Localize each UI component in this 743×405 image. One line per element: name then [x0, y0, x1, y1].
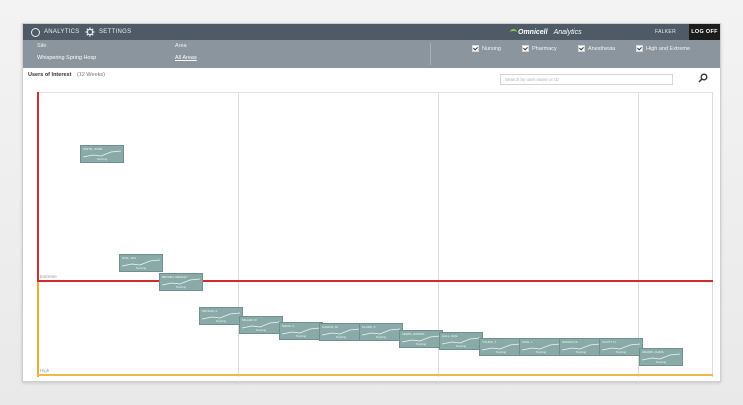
user-card[interactable]: YOUNG, T Nursing: [479, 338, 523, 356]
search-icon[interactable]: [698, 73, 708, 83]
user-card[interactable]: KING, L Nursing: [519, 338, 563, 356]
extreme-axis-line: [37, 92, 39, 282]
top-nav-bar: ANALYTICS SETTINGS Omnicell Analytics FA…: [23, 24, 720, 40]
checkbox-checked-icon: [578, 45, 585, 52]
area-label: Area: [175, 43, 187, 49]
brand-logo: Omnicell Analytics: [510, 24, 582, 40]
logoff-button[interactable]: LOG OFF: [689, 24, 720, 40]
user-card-role: Nursing: [335, 335, 347, 339]
checkbox-label: Nursing: [482, 45, 501, 52]
user-card[interactable]: DAVIS, K Nursing: [279, 322, 323, 340]
app-window: ANALYTICS SETTINGS Omnicell Analytics FA…: [22, 23, 721, 382]
user-card-role: Nursing: [295, 334, 307, 338]
site-label: Site: [37, 43, 47, 49]
user-card-role: Nursing: [135, 266, 147, 270]
grid-line: [37, 92, 713, 93]
user-card[interactable]: WRIGHT, B Nursing: [559, 338, 603, 356]
gear-icon: [85, 27, 95, 37]
checkbox-checked-icon: [636, 45, 643, 52]
user-card[interactable]: GARCIA, M Nursing: [319, 323, 363, 341]
user-card-role: Nursing: [615, 350, 627, 354]
grid-line: [712, 92, 713, 377]
high-threshold-line: [37, 374, 713, 376]
user-card-role: Nursing: [255, 328, 267, 332]
user-card-role: Nursing: [655, 360, 667, 364]
brand-name: Omnicell: [510, 29, 548, 36]
panel-title: Users of Interest (12 Weeks): [28, 72, 105, 78]
user-card-role: Nursing: [375, 335, 387, 339]
user-card-role: Nursing: [215, 319, 227, 323]
checkbox-label: Pharmacy: [532, 45, 557, 52]
monitor-frame: ANALYTICS SETTINGS Omnicell Analytics FA…: [0, 0, 743, 405]
nav-settings-label: SETTINGS: [99, 29, 132, 35]
user-card[interactable]: HALL, SUE Nursing: [439, 332, 483, 350]
nav-analytics[interactable]: ANALYTICS: [31, 24, 80, 40]
grid-line: [238, 92, 239, 377]
high-zone-label: High: [40, 368, 50, 373]
user-card[interactable]: WILSON, A Nursing: [199, 307, 243, 325]
area-select[interactable]: All Areas: [175, 55, 197, 61]
brand-product: Analytics: [553, 28, 582, 36]
extreme-zone-label: Extreme: [40, 274, 57, 279]
user-card-role: Nursing: [535, 350, 547, 354]
checkbox-anesthesia[interactable]: Anesthesia: [578, 45, 615, 52]
user-name[interactable]: FALKER: [655, 24, 676, 40]
high-axis-line: [37, 282, 39, 377]
user-card[interactable]: SCOTT, D Nursing: [599, 338, 643, 356]
checkbox-label: High and Extreme: [646, 45, 691, 52]
search-input[interactable]: Search by user name or ID: [500, 74, 673, 85]
user-card-role: Nursing: [415, 342, 427, 346]
analytics-icon: [31, 27, 40, 37]
user-card-role: Nursing: [575, 350, 587, 354]
risk-plot: Extreme High SMITH, JOHN Nursing DOE, JAN N…: [37, 92, 713, 377]
user-card[interactable]: CLARK, P Nursing: [359, 323, 403, 341]
site-select[interactable]: Whispering Spring Hosp: [37, 55, 96, 61]
user-card[interactable]: LEWIS, HARRIS Nursing: [399, 330, 443, 348]
checkbox-label: Anesthesia: [588, 45, 616, 52]
checkbox-checked-icon: [522, 45, 529, 52]
checkbox-nursing[interactable]: Nursing: [472, 45, 501, 52]
grid-line: [638, 92, 639, 377]
user-card[interactable]: MILLER, R Nursing: [239, 316, 283, 334]
user-card-role: Nursing: [495, 350, 507, 354]
checkbox-high-extreme[interactable]: High and Extreme: [636, 45, 690, 52]
checkbox-checked-icon: [472, 45, 479, 52]
user-card[interactable]: BROWN, WESLEY Nursing: [159, 273, 203, 291]
user-card[interactable]: DOE, JAN Nursing: [119, 254, 163, 272]
filter-divider: [430, 43, 431, 65]
panel-title-text: Users of Interest: [28, 72, 72, 78]
nav-settings[interactable]: SETTINGS: [85, 24, 131, 40]
user-card-role: Nursing: [455, 344, 467, 348]
nav-analytics-label: ANALYTICS: [44, 29, 80, 35]
filter-bar: Site Whispering Spring Hosp Area All Are…: [23, 40, 720, 68]
extreme-threshold-line: [37, 280, 713, 282]
user-card-role: Nursing: [96, 157, 108, 161]
user-card-role: Nursing: [175, 285, 187, 289]
checkbox-pharmacy[interactable]: Pharmacy: [522, 45, 557, 52]
user-card[interactable]: ADAMS, CHRIS Nursing: [639, 348, 683, 366]
user-card[interactable]: SMITH, JOHN Nursing: [80, 145, 124, 163]
panel-subtitle: (12 Weeks): [76, 72, 105, 78]
